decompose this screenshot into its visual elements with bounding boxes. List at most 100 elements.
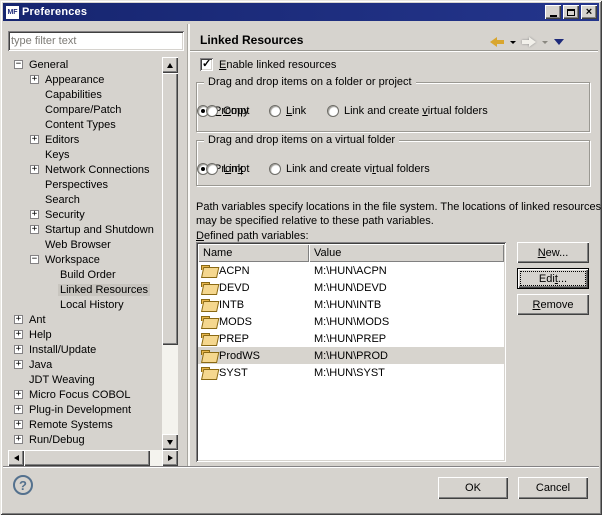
tree-item-jdt-weaving[interactable]: JDT Weaving (8, 372, 162, 387)
radio-copy[interactable]: Copy (206, 105, 249, 117)
radio-icon[interactable] (206, 105, 218, 117)
expand-icon[interactable]: + (14, 330, 23, 339)
table-row-prodws[interactable]: ProdWSM:\HUN\PROD (198, 347, 504, 364)
forward-icon[interactable] (522, 37, 536, 47)
tree-item-search[interactable]: Search (8, 192, 162, 207)
radio-link-virtual[interactable]: Link (206, 163, 243, 175)
tree-item-startup-and-shutdown[interactable]: + Startup and Shutdown (8, 222, 162, 237)
tree-vertical-scrollbar[interactable] (162, 57, 178, 450)
radio-label: Copy (223, 105, 249, 117)
tree-item-network-connections[interactable]: +Network Connections (8, 162, 162, 177)
tree-item-editors[interactable]: +Editors (8, 132, 162, 147)
column-header-value[interactable]: Value (309, 244, 504, 262)
back-icon[interactable] (490, 37, 504, 47)
folder-drag-drop-group: Drag and drop items on a folder or proje… (196, 82, 590, 132)
tree-item-capabilities[interactable]: Capabilities (8, 87, 162, 102)
scroll-right-button[interactable] (162, 450, 178, 466)
expand-icon[interactable]: + (30, 75, 39, 84)
forward-dropdown-icon[interactable] (542, 41, 548, 44)
tree-item-compare-patch[interactable]: Compare/Patch (8, 102, 162, 117)
table-row-acpn[interactable]: ACPNM:\HUN\ACPN (198, 262, 504, 279)
expand-icon[interactable]: + (14, 420, 23, 429)
tree-item-run-debug[interactable]: +Run/Debug (8, 432, 162, 447)
radio-icon[interactable] (269, 105, 281, 117)
back-dropdown-icon[interactable] (510, 41, 516, 44)
scroll-down-button[interactable] (162, 434, 178, 450)
expand-icon[interactable]: + (30, 165, 39, 174)
variable-name: INTB (219, 299, 244, 311)
radio-link-folder[interactable]: Link (269, 105, 306, 117)
expand-icon[interactable]: + (14, 390, 23, 399)
radio-icon[interactable] (327, 105, 339, 117)
tree-item-remote-systems[interactable]: +Remote Systems (8, 417, 162, 432)
expand-icon[interactable]: + (30, 210, 39, 219)
tree-horizontal-scrollbar[interactable] (8, 450, 178, 466)
radio-icon[interactable] (269, 163, 281, 175)
tree-item-install-update[interactable]: +Install/Update (8, 342, 162, 357)
tree-item-security[interactable]: +Security (8, 207, 162, 222)
tree-item-web-browser[interactable]: Web Browser (8, 237, 162, 252)
table-row-intb[interactable]: INTBM:\HUN\INTB (198, 296, 504, 313)
close-button[interactable]: × (581, 5, 597, 19)
table-row-devd[interactable]: DEVDM:\HUN\DEVD (198, 279, 504, 296)
scroll-left-button[interactable] (8, 450, 24, 466)
expand-icon[interactable]: + (30, 225, 39, 234)
tree-content-sash[interactable] (187, 24, 190, 466)
tree-item-content-types[interactable]: Content Types (8, 117, 162, 132)
tree-item-plug-in-development[interactable]: +Plug-in Development (8, 402, 162, 417)
ok-button[interactable]: OK (438, 477, 508, 499)
tree-item-general[interactable]: −General (8, 57, 162, 72)
folder-group-legend: Drag and drop items on a folder or proje… (204, 76, 416, 88)
collapse-icon[interactable]: − (14, 60, 23, 69)
tree-item-java[interactable]: +Java (8, 357, 162, 372)
radio-link-virtual-folder[interactable]: Link and create virtual folders (327, 105, 488, 117)
radio-label: Link and create virtual folders (286, 163, 430, 175)
tree-item-label: Micro Focus COBOL (27, 389, 132, 401)
expand-icon[interactable]: + (14, 315, 23, 324)
minimize-button[interactable] (545, 5, 561, 19)
maximize-button[interactable] (563, 5, 579, 19)
tree-item-label: Ant (27, 314, 48, 326)
scroll-up-button[interactable] (162, 57, 178, 73)
variable-value: M:\HUN\SYST (309, 367, 504, 379)
new-button[interactable]: New... (517, 242, 589, 263)
radio-icon[interactable] (206, 163, 218, 175)
tree-item-micro-focus-cobol[interactable]: + Micro Focus COBOL (8, 387, 162, 402)
column-header-name[interactable]: Name (198, 244, 309, 262)
radio-link-create-virtual[interactable]: Link and create virtual folders (269, 163, 430, 175)
path-variables-table[interactable]: Name Value ACPNM:\HUN\ACPNDEVDM:\HUN\DEV… (196, 242, 506, 462)
collapse-icon[interactable]: − (30, 255, 39, 264)
tree-item-build-order[interactable]: Build Order (8, 267, 162, 282)
tree-item-label: Help (27, 329, 54, 341)
folder-icon (201, 265, 216, 276)
expand-icon[interactable]: + (14, 435, 23, 444)
table-row-syst[interactable]: SYSTM:\HUN\SYST (198, 364, 504, 381)
tree-item-ant[interactable]: + Ant (8, 312, 162, 327)
checkbox-icon[interactable]: ✓ (200, 58, 213, 71)
edit-button[interactable]: Edit... (517, 268, 589, 289)
expand-icon[interactable]: + (14, 345, 23, 354)
expand-icon[interactable]: + (30, 135, 39, 144)
tree-item-keys[interactable]: Keys (8, 147, 162, 162)
table-row-mods[interactable]: MODSM:\HUN\MODS (198, 313, 504, 330)
tree-item-appearance[interactable]: +Appearance (8, 72, 162, 87)
tree-item-perspectives[interactable]: Perspectives (8, 177, 162, 192)
cancel-button[interactable]: Cancel (518, 477, 588, 499)
tree-item-local-history[interactable]: Local History (8, 297, 162, 312)
tree-hscroll-thumb[interactable] (24, 450, 150, 466)
expand-icon[interactable]: + (14, 405, 23, 414)
table-row-prep[interactable]: PREPM:\HUN\PREP (198, 330, 504, 347)
tree-item-label: Startup and Shutdown (43, 224, 156, 236)
filter-input[interactable] (11, 34, 179, 48)
tree-scroll-thumb[interactable] (162, 73, 178, 345)
tree-item-linked-resources[interactable]: Linked Resources (8, 282, 162, 297)
expand-icon[interactable]: + (14, 360, 23, 369)
tree-item-help[interactable]: + Help (8, 327, 162, 342)
help-button[interactable]: ? (13, 475, 33, 495)
remove-button[interactable]: Remove (517, 294, 589, 315)
tree-item-workspace[interactable]: −Workspace (8, 252, 162, 267)
view-menu-icon[interactable] (554, 39, 564, 45)
enable-linked-resources-checkbox[interactable]: ✓ Enable linked resources (200, 58, 336, 71)
tree-item-label: JDT Weaving (27, 374, 97, 386)
title-bar[interactable]: MF Preferences × (3, 3, 599, 21)
